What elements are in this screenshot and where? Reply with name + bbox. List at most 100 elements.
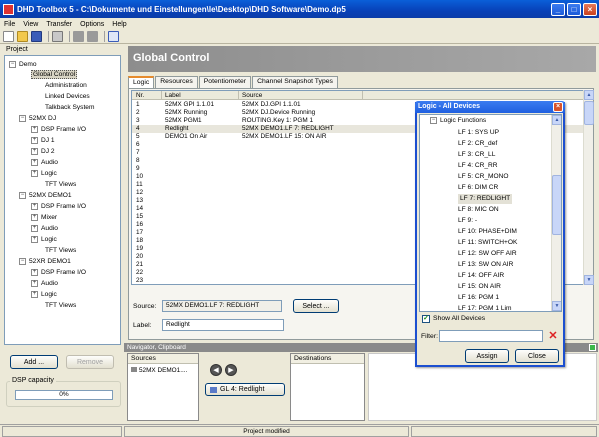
tree-item-52xr-demo1[interactable]: − 52XR DEMO1 (19, 256, 71, 266)
tree-item-dj1[interactable]: + DJ 1 (31, 135, 55, 145)
logic-function-item[interactable]: LF 16: PGM 1 (458, 293, 499, 303)
logic-function-item[interactable]: LF 2: CR_def (458, 139, 497, 149)
column-header-label[interactable]: Label (165, 92, 181, 99)
arrow-right-icon[interactable]: ▶ (225, 364, 237, 376)
tab-potentiometer[interactable]: Potentiometer (198, 76, 252, 88)
transfer-icon[interactable] (73, 31, 84, 42)
tree-item-logic[interactable]: + Logic (31, 234, 57, 244)
expand-icon[interactable]: + (31, 290, 38, 298)
dialog-scrollbar[interactable]: ▲ ▼ (551, 115, 561, 311)
tree-item-dsp-frame-io[interactable]: + DSP Frame I/O (31, 124, 86, 134)
tree-item-logic[interactable]: + Logic (31, 289, 57, 299)
source-item[interactable]: 52MX DEMO1.... (131, 367, 187, 374)
logic-function-item[interactable]: LF 5: CR_MONO (458, 172, 509, 182)
tree-item-tft-views[interactable]: TFT Views (45, 245, 76, 255)
minimize-button[interactable]: _ (551, 2, 565, 16)
expand-icon[interactable]: + (31, 158, 38, 166)
logic-function-item[interactable]: LF 7: REDLIGHT (458, 194, 513, 204)
clear-filter-icon[interactable]: ✕ (547, 330, 559, 342)
collapse-icon[interactable]: − (9, 60, 16, 68)
tree-item-administration[interactable]: Administration (45, 80, 87, 90)
tree-item-dsp-frame-io[interactable]: + DSP Frame I/O (31, 267, 86, 277)
dock-icon[interactable] (589, 344, 596, 351)
column-header-nr[interactable]: Nr. (136, 92, 144, 99)
menu-options[interactable]: Options (80, 21, 104, 28)
tree-item-linked-devices[interactable]: Linked Devices (45, 91, 90, 101)
tree-item-global-control[interactable]: Global Control (31, 69, 78, 79)
logic-function-item[interactable]: LF 15: ON AIR (458, 282, 501, 292)
print-icon[interactable] (52, 31, 63, 42)
remove-button[interactable]: Remove (66, 355, 114, 369)
arrow-left-icon[interactable]: ◀ (210, 364, 222, 376)
close-button[interactable]: Close (515, 349, 559, 363)
scroll-thumb[interactable] (552, 175, 561, 235)
open-folder-icon[interactable] (17, 31, 28, 42)
column-header-source[interactable]: Source (242, 92, 262, 99)
dialog-close-icon[interactable]: × (553, 102, 563, 112)
select-button[interactable]: Select ... (293, 299, 339, 313)
tree-item-audio[interactable]: + Audio (31, 278, 58, 288)
tree-item-52mx-demo1[interactable]: − 52MX DEMO1 (19, 190, 72, 200)
gl-redlight-button[interactable]: GL 4: Redlight (205, 383, 285, 396)
logic-functions-group[interactable]: − Logic Functions (430, 117, 486, 124)
window-icon[interactable] (108, 31, 119, 42)
menu-view[interactable]: View (23, 21, 38, 28)
scroll-thumb[interactable] (584, 101, 594, 125)
label-input[interactable]: Redlight (162, 319, 284, 331)
logic-function-item[interactable]: LF 12: SW OFF AIR (458, 249, 517, 259)
expand-icon[interactable]: + (31, 125, 38, 133)
expand-icon[interactable]: + (31, 224, 38, 232)
logic-function-item[interactable]: LF 10: PHASE+DIM (458, 227, 517, 237)
device-icon[interactable] (87, 31, 98, 42)
save-icon[interactable] (31, 31, 42, 42)
tree-item-audio[interactable]: + Audio (31, 157, 58, 167)
logic-function-item[interactable]: LF 3: CR_LL (458, 150, 495, 160)
logic-function-item[interactable]: LF 9: - (458, 216, 477, 226)
expand-icon[interactable]: + (31, 279, 38, 287)
collapse-icon[interactable]: − (19, 257, 26, 265)
logic-function-item[interactable]: LF 1: SYS UP (458, 128, 499, 138)
collapse-icon[interactable]: − (19, 191, 26, 199)
tree-item-audio[interactable]: + Audio (31, 223, 58, 233)
tree-item-dsp-frame-io[interactable]: + DSP Frame I/O (31, 201, 86, 211)
expand-icon[interactable]: + (31, 213, 38, 221)
menu-help[interactable]: Help (112, 21, 126, 28)
expand-icon[interactable]: + (31, 147, 38, 155)
filter-input[interactable] (439, 330, 543, 342)
logic-function-item[interactable]: LF 6: DIM CR (458, 183, 498, 193)
tree-item-52mx-dj[interactable]: − 52MX DJ (19, 113, 56, 123)
tree-item-dj2[interactable]: + DJ 2 (31, 146, 55, 156)
tree-item-tft-views[interactable]: TFT Views (45, 300, 76, 310)
scroll-down-icon[interactable]: ▼ (552, 301, 561, 311)
logic-function-item[interactable]: LF 11: SWITCH+OK (458, 238, 517, 248)
new-file-icon[interactable] (3, 31, 14, 42)
expand-icon[interactable]: + (31, 235, 38, 243)
tree-item-mixer[interactable]: + Mixer (31, 212, 57, 222)
expand-icon[interactable]: + (31, 202, 38, 210)
collapse-icon[interactable]: − (19, 114, 26, 122)
expand-icon[interactable]: + (31, 268, 38, 276)
menu-file[interactable]: File (4, 21, 15, 28)
expand-icon[interactable]: + (31, 169, 38, 177)
tab-resources[interactable]: Resources (155, 76, 198, 88)
logic-function-item[interactable]: LF 17: PGM 1 Lim (458, 304, 512, 311)
logic-function-item[interactable]: LF 4: CR_RR (458, 161, 498, 171)
scroll-up-icon[interactable]: ▲ (552, 115, 561, 125)
table-scrollbar[interactable]: ▲ ▼ (583, 90, 594, 285)
maximize-button[interactable]: □ (567, 2, 581, 16)
logic-function-item[interactable]: LF 14: OFF AIR (458, 271, 504, 281)
tree-item-logic[interactable]: + Logic (31, 168, 57, 178)
assign-button[interactable]: Assign (465, 349, 509, 363)
tab-channel-snapshot-types[interactable]: Channel Snapshot Types (252, 76, 338, 88)
show-all-devices-checkbox[interactable]: ✓ (422, 315, 430, 323)
tree-item-demo[interactable]: − Demo (9, 59, 37, 69)
close-window-button[interactable]: × (583, 2, 597, 16)
tree-item-tft-views[interactable]: TFT Views (45, 179, 76, 189)
collapse-icon[interactable]: − (430, 117, 437, 124)
scroll-down-icon[interactable]: ▼ (584, 275, 594, 285)
menu-transfer[interactable]: Transfer (46, 21, 72, 28)
add-button[interactable]: Add ... (10, 355, 58, 369)
logic-function-item[interactable]: LF 13: SW ON AIR (458, 260, 513, 270)
scroll-up-icon[interactable]: ▲ (584, 90, 594, 100)
tree-item-talkback-system[interactable]: Talkback System (45, 102, 94, 112)
